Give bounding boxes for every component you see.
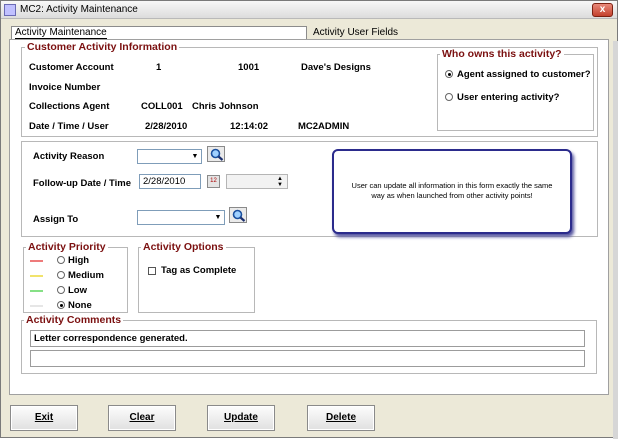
agent-name: Chris Johnson [192, 101, 259, 112]
app-icon [4, 4, 16, 16]
window-edge [613, 41, 618, 439]
chevron-down-icon: ▼ [191, 153, 199, 160]
owner-legend: Who owns this activity? [440, 48, 564, 60]
tag-complete-checkbox[interactable] [148, 267, 156, 275]
priority-medium-radio[interactable] [57, 271, 65, 279]
window-title: MC2: Activity Maintenance [20, 4, 138, 15]
exit-button[interactable]: Exit [10, 405, 78, 431]
invoice-number-label: Invoice Number [29, 82, 101, 93]
clear-button[interactable]: Clear [108, 405, 176, 431]
owner-agent-label: Agent assigned to customer? [457, 69, 591, 80]
agent-code: COLL001 [141, 101, 183, 112]
priority-low-label: Low [68, 285, 87, 296]
customer-account-label: Customer Account [29, 62, 114, 73]
info-note: User can update all information in this … [332, 149, 572, 234]
chevron-down-icon: ▼ [214, 214, 222, 221]
tab-label: Activity Maintenance [15, 27, 107, 39]
update-button-label: Update [224, 412, 258, 423]
exit-button-label: Exit [34, 412, 54, 423]
activity-reason-select[interactable]: ▼ [137, 149, 202, 164]
followup-label: Follow-up Date / Time [33, 178, 131, 189]
customer-info-legend: Customer Activity Information [25, 41, 180, 53]
calendar-icon[interactable]: 12 [207, 175, 220, 188]
activity-date: 2/28/2010 [145, 121, 188, 132]
options-legend: Activity Options [141, 241, 226, 253]
comments-legend: Activity Comments [24, 314, 124, 326]
comment-line-2[interactable] [30, 350, 585, 367]
priority-low-radio[interactable] [57, 286, 65, 294]
priority-high-label: High [68, 255, 90, 266]
activity-reason-label: Activity Reason [33, 151, 105, 162]
clear-button-label: Clear [129, 412, 155, 423]
activity-time: 12:14:02 [230, 121, 269, 132]
activity-maintenance-window: MC2: Activity Maintenance x Activity Mai… [0, 0, 618, 439]
activity-user: MC2ADMIN [298, 121, 350, 132]
assign-to-label: Assign To [33, 214, 79, 225]
activity-reason-lookup-button[interactable] [207, 146, 225, 162]
update-button[interactable]: Update [207, 405, 275, 431]
spinner-icon[interactable]: ▲ ▼ [275, 176, 285, 188]
owner-agent-radio[interactable] [445, 70, 453, 78]
customer-number: 1 [156, 62, 162, 73]
customer-account-id: 1001 [238, 62, 260, 73]
owner-user-radio[interactable] [445, 93, 453, 101]
collections-agent-label: Collections Agent [29, 101, 110, 112]
title-bar[interactable]: MC2: Activity Maintenance x [1, 1, 617, 19]
assign-to-lookup-button[interactable] [229, 207, 247, 223]
delete-button-label: Delete [325, 412, 356, 423]
priority-legend: Activity Priority [26, 241, 108, 253]
comment-line-1[interactable]: Letter correspondence generated. [30, 330, 585, 347]
close-button[interactable]: x [592, 3, 613, 17]
tab-activity-user-fields[interactable]: Activity User Fields [313, 27, 398, 38]
customer-name: Dave's Designs [301, 62, 371, 73]
tag-complete-label: Tag as Complete [161, 265, 237, 276]
priority-none-radio[interactable] [57, 301, 65, 309]
priority-high-swatch [30, 260, 43, 262]
options-panel [138, 247, 255, 313]
date-time-user-label: Date / Time / User [29, 121, 109, 132]
followup-time-input[interactable]: ▲ ▼ [226, 174, 288, 189]
search-icon [210, 148, 224, 161]
delete-button[interactable]: Delete [307, 405, 375, 431]
priority-none-label: None [68, 300, 92, 311]
tab-activity-maintenance[interactable]: Activity Maintenance [11, 26, 307, 39]
followup-date-input[interactable]: 2/28/2010 [139, 174, 201, 189]
priority-none-swatch [30, 305, 43, 307]
priority-low-swatch [30, 290, 43, 292]
priority-medium-label: Medium [68, 270, 104, 281]
priority-medium-swatch [30, 275, 43, 277]
owner-user-label: User entering activity? [457, 92, 560, 103]
priority-high-radio[interactable] [57, 256, 65, 264]
assign-to-select[interactable]: ▼ [137, 210, 225, 225]
search-icon [232, 209, 246, 222]
